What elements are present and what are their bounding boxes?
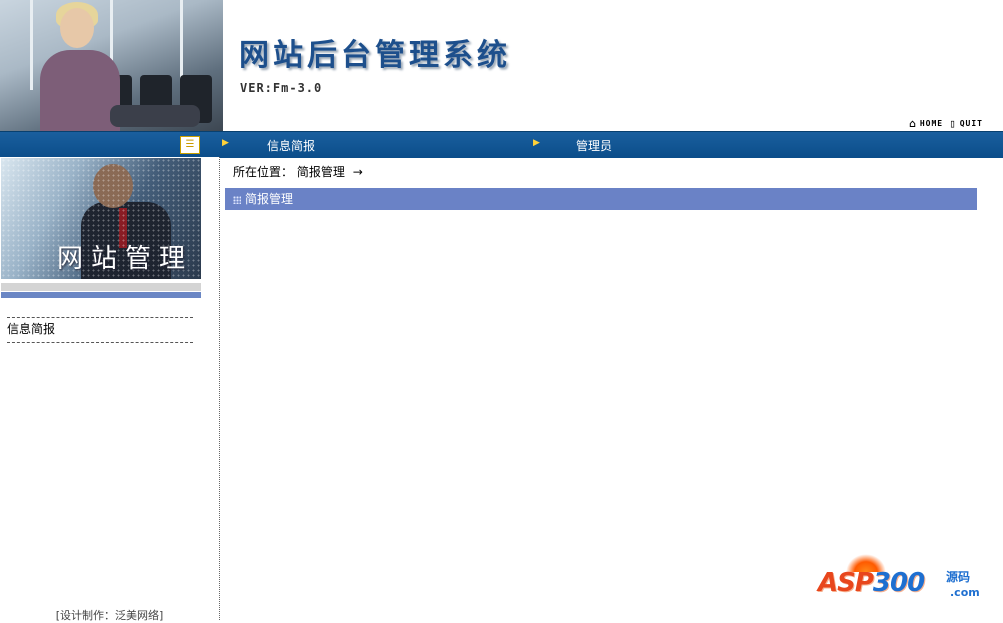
nav-arrow-icon: ▶ (533, 138, 540, 148)
arrow-right-icon: → (352, 165, 363, 179)
sidebar: 网站管理 信息简报 [设计制作：泛美网络] (0, 157, 220, 622)
sidebar-item-briefing[interactable]: 信息简报 (7, 317, 193, 343)
header-photo (0, 0, 223, 131)
watermark-com: .com (950, 586, 980, 599)
title-area: 网站后台管理系统 VER:Fm-3.0 ⌂ HOME ▯ QUIT (223, 0, 1003, 131)
grip-icon (233, 195, 241, 204)
nav-user-label: 管理员 (576, 139, 613, 153)
quit-link[interactable]: ▯ QUIT (949, 117, 983, 130)
sidebar-banner: 网站管理 (1, 158, 201, 279)
sidebar-menu: 信息简报 (7, 317, 193, 343)
sidebar-divider-gray (1, 283, 201, 291)
nav-arrow-icon: ▶ (222, 138, 229, 148)
sidebar-divider-blue (1, 292, 201, 298)
breadcrumb-label: 所在位置： (233, 165, 294, 179)
home-link-label: HOME (919, 119, 944, 128)
top-links: ⌂ HOME ▯ QUIT (909, 117, 983, 130)
breadcrumb: 所在位置： 简报管理 → (233, 163, 363, 180)
watermark-brand: ASP300 (818, 568, 925, 598)
nav-section-label: 信息简报 (267, 139, 316, 153)
design-credit: [设计制作：泛美网络] (55, 609, 164, 622)
quit-link-label: QUIT (959, 119, 983, 128)
sidebar-toggle-icon[interactable]: ☰ (180, 136, 200, 154)
header: 网站后台管理系统 VER:Fm-3.0 ⌂ HOME ▯ QUIT (0, 0, 1003, 131)
person-legs (110, 105, 200, 127)
person-head (60, 8, 94, 48)
sidebar-banner-label: 网站管理 (56, 244, 193, 274)
home-link[interactable]: ⌂ HOME (909, 117, 943, 130)
nav-bar: ☰ ▶ 信息简报 ▶ 管理员 (0, 131, 1003, 158)
main-content: 所在位置： 简报管理 → 简报管理 (220, 157, 1003, 620)
watermark-cn: 源码 (946, 570, 971, 584)
watermark-brand-a: ASP (818, 568, 874, 598)
home-icon: ⌂ (909, 117, 917, 130)
person-body (40, 50, 120, 131)
site-title: 网站后台管理系统 (239, 38, 511, 73)
version-label: VER:Fm-3.0 (240, 81, 323, 95)
quit-icon: ▯ (949, 117, 957, 130)
panel-title-bar: 简报管理 (225, 188, 977, 210)
window-frame (30, 0, 33, 90)
watermark-logo: ASP300 源码 .com (818, 554, 982, 604)
breadcrumb-current[interactable]: 简报管理 (297, 165, 345, 179)
panel-title: 简报管理 (245, 192, 294, 206)
watermark-brand-b: 300 (872, 568, 925, 598)
